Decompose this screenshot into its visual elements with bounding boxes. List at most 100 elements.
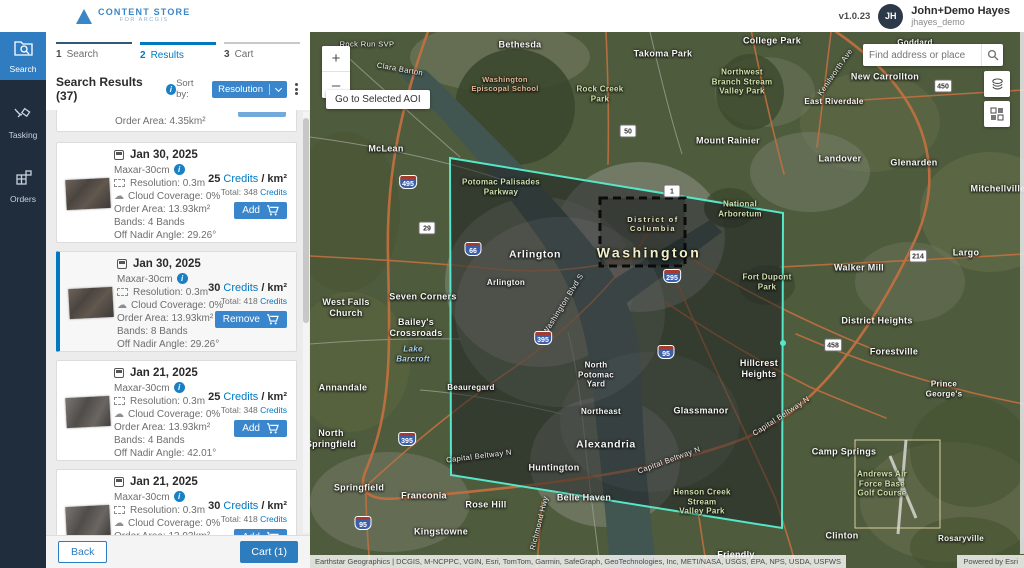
result-order-area: Order Area: 13.93km² bbox=[114, 422, 210, 433]
result-card-selected[interactable]: Jan 30, 2025 Maxar-30cm Resolution: 0.3m… bbox=[56, 251, 297, 352]
map-scrollbar[interactable] bbox=[1020, 32, 1024, 554]
stepper: 1 Search 2 Results 3 Cart bbox=[46, 32, 310, 67]
goto-selected-aoi-button[interactable]: Go to Selected AOI bbox=[326, 90, 430, 109]
step-cart[interactable]: 3 Cart bbox=[224, 42, 300, 61]
info-icon[interactable] bbox=[174, 164, 185, 175]
price-value: 30 bbox=[208, 500, 220, 512]
result-off-nadir: Off Nadir Angle: 42.01° bbox=[114, 448, 216, 459]
total-label: Total: bbox=[221, 514, 241, 524]
credits-link[interactable]: Credits bbox=[260, 187, 287, 197]
resolution-icon bbox=[114, 506, 125, 514]
map-search-box bbox=[863, 44, 1003, 66]
result-resolution: Resolution: 0.3m bbox=[130, 178, 205, 189]
grid-icon bbox=[990, 107, 1004, 121]
result-resolution: Resolution: 0.3m bbox=[130, 505, 205, 516]
overview-grid-button[interactable] bbox=[984, 101, 1010, 127]
price-per: / km² bbox=[261, 500, 287, 512]
logo-title: CONTENT STORE bbox=[98, 8, 190, 17]
sort-dropdown[interactable]: Resolution bbox=[212, 81, 287, 98]
cart-button[interactable]: Cart (1) bbox=[240, 541, 298, 563]
step-label: Cart bbox=[235, 49, 254, 61]
nav-label-tasking: Tasking bbox=[9, 130, 38, 140]
powered-by-esri: Powered by Esri bbox=[957, 555, 1024, 568]
map-attribution: Earthstar Geographics | DCGIS, M-NCPPC, … bbox=[310, 555, 1024, 568]
step-search[interactable]: 1 Search bbox=[56, 42, 132, 61]
result-cloud-coverage: Cloud Coverage: 0% bbox=[128, 409, 220, 420]
result-order-area: Order Area: 4.35km² bbox=[115, 116, 206, 127]
content-store-app: CONTENT STORE FOR ARCGIS v1.0.23 JH John… bbox=[0, 0, 1024, 568]
sort-value: Resolution bbox=[218, 84, 263, 95]
price-value: 30 bbox=[208, 282, 220, 294]
result-thumbnail bbox=[68, 287, 114, 319]
app-logo: CONTENT STORE FOR ARCGIS bbox=[76, 8, 190, 24]
total-label: Total: bbox=[221, 296, 241, 306]
credits-link[interactable]: Credits bbox=[260, 296, 287, 306]
nav-item-search[interactable]: Search bbox=[0, 32, 46, 80]
result-resolution: Resolution: 0.3m bbox=[133, 287, 208, 298]
price-per: / km² bbox=[261, 173, 287, 185]
add-to-cart-button[interactable]: Add bbox=[234, 202, 287, 219]
resolution-icon bbox=[114, 179, 125, 187]
result-card-partial[interactable]: Order Area: 4.35km² bbox=[56, 110, 297, 132]
resolution-icon bbox=[114, 397, 125, 405]
search-icon[interactable] bbox=[981, 44, 1003, 66]
total-value: 348 bbox=[244, 187, 258, 197]
search-input[interactable] bbox=[863, 50, 981, 61]
results-panel: 1 Search 2 Results 3 Cart Search Results… bbox=[46, 32, 310, 568]
satellite-icon bbox=[14, 105, 33, 127]
result-source: Maxar-30cm bbox=[114, 492, 170, 503]
result-off-nadir: Off Nadir Angle: 29.26° bbox=[114, 230, 216, 241]
map-basemap bbox=[310, 32, 1024, 568]
result-thumbnail bbox=[65, 505, 111, 535]
cloud-icon bbox=[117, 300, 127, 311]
app-version: v1.0.23 bbox=[839, 11, 871, 22]
zoom-in-button[interactable]: + bbox=[322, 46, 350, 72]
step-number: 1 bbox=[56, 49, 62, 61]
result-order-area: Order Area: 13.93km² bbox=[114, 531, 210, 535]
basemap-button[interactable] bbox=[984, 71, 1010, 97]
result-resolution: Resolution: 0.3m bbox=[130, 396, 205, 407]
price-value: 25 bbox=[208, 173, 220, 185]
cloud-icon bbox=[114, 191, 124, 202]
result-bands: Bands: 4 Bands bbox=[114, 435, 185, 446]
info-icon[interactable] bbox=[166, 84, 176, 95]
result-source: Maxar-30cm bbox=[117, 274, 173, 285]
result-date: Jan 30, 2025 bbox=[133, 258, 201, 270]
info-icon[interactable] bbox=[174, 382, 185, 393]
result-card[interactable]: Jan 21, 2025 Maxar-30cm Resolution: 0.3m… bbox=[56, 360, 297, 461]
total-label: Total: bbox=[221, 405, 241, 415]
nav-item-orders[interactable]: Orders bbox=[0, 162, 46, 210]
calendar-icon bbox=[114, 477, 124, 487]
map-view[interactable]: BethesdaTakoma ParkCollege ParkGoddardNe… bbox=[310, 32, 1024, 568]
step-number: 2 bbox=[140, 50, 146, 61]
credits-link[interactable]: Credits bbox=[223, 391, 258, 403]
aoi-vertex-handle[interactable] bbox=[780, 340, 786, 346]
add-to-cart-button[interactable]: Add bbox=[234, 529, 287, 535]
result-date: Jan 30, 2025 bbox=[130, 149, 198, 161]
credits-link[interactable]: Credits bbox=[260, 405, 287, 415]
add-button-partial[interactable] bbox=[238, 112, 286, 117]
cart-icon bbox=[266, 423, 279, 434]
cart-icon bbox=[266, 314, 279, 325]
step-results[interactable]: 2 Results bbox=[140, 42, 216, 61]
credits-link[interactable]: Credits bbox=[223, 500, 258, 512]
result-card[interactable]: Jan 30, 2025 Maxar-30cm Resolution: 0.3m… bbox=[56, 142, 297, 243]
user-avatar[interactable]: JH bbox=[878, 4, 903, 29]
list-scrollbar[interactable] bbox=[303, 112, 309, 533]
back-button[interactable]: Back bbox=[58, 541, 107, 563]
nav-item-tasking[interactable]: Tasking bbox=[0, 98, 46, 146]
result-card[interactable]: Jan 21, 2025 Maxar-30cm Resolution: 0.3m… bbox=[56, 469, 297, 535]
more-options-icon[interactable] bbox=[293, 80, 300, 99]
remove-from-cart-button[interactable]: Remove bbox=[215, 311, 287, 328]
scrollbar-thumb[interactable] bbox=[303, 118, 309, 323]
price-per: / km² bbox=[261, 282, 287, 294]
result-source: Maxar-30cm bbox=[114, 165, 170, 176]
total-value: 348 bbox=[244, 405, 258, 415]
credits-link[interactable]: Credits bbox=[223, 173, 258, 185]
info-icon[interactable] bbox=[174, 491, 185, 502]
info-icon[interactable] bbox=[177, 273, 188, 284]
add-to-cart-button[interactable]: Add bbox=[234, 420, 287, 437]
credits-link[interactable]: Credits bbox=[223, 282, 258, 294]
credits-link[interactable]: Credits bbox=[260, 514, 287, 524]
total-value: 418 bbox=[244, 296, 258, 306]
